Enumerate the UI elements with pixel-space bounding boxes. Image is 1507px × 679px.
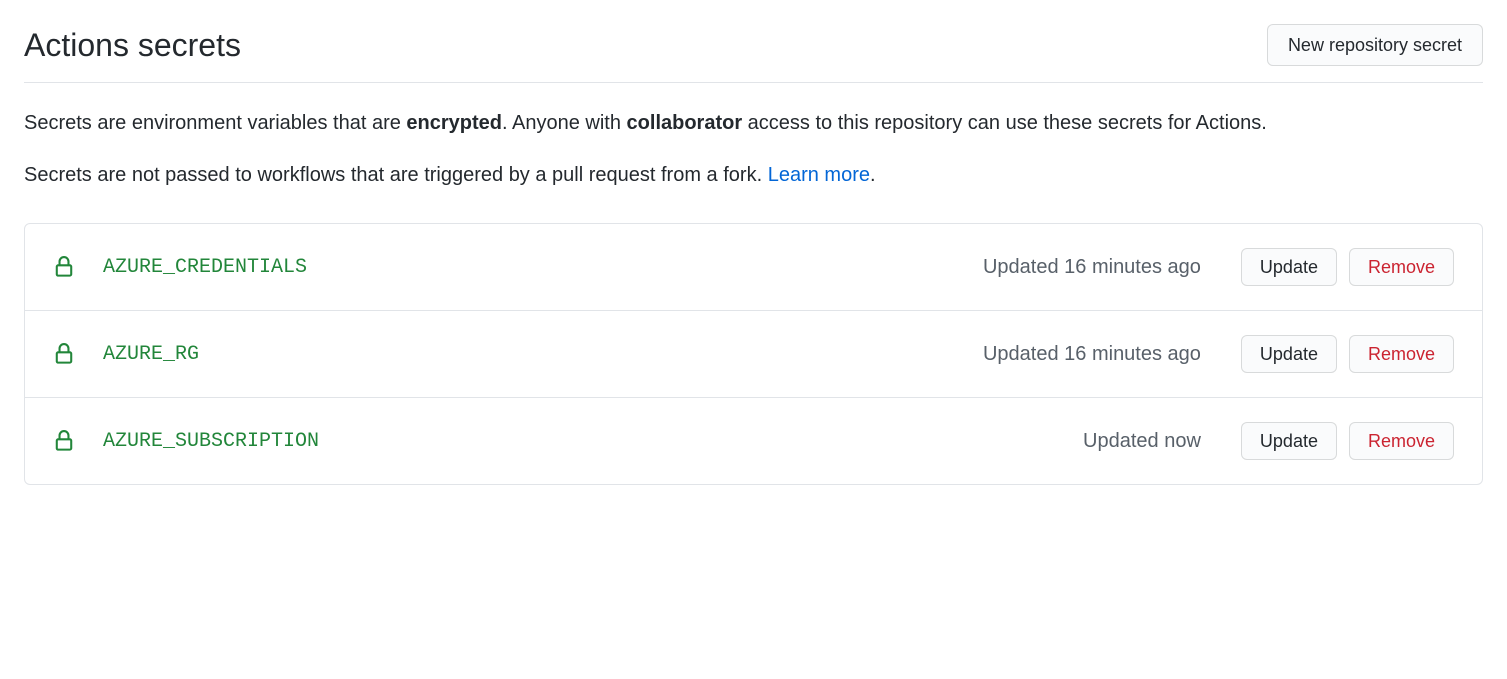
secret-name: AZURE_RG bbox=[103, 343, 983, 366]
desc-bold-encrypted: encrypted bbox=[406, 112, 502, 134]
remove-button[interactable]: Remove bbox=[1349, 248, 1454, 286]
secrets-list: AZURE_CREDENTIALS Updated 16 minutes ago… bbox=[24, 223, 1483, 485]
remove-button[interactable]: Remove bbox=[1349, 422, 1454, 460]
desc-text: Secrets are environment variables that a… bbox=[24, 112, 406, 134]
update-button[interactable]: Update bbox=[1241, 422, 1337, 460]
lock-icon bbox=[53, 428, 75, 454]
secret-row: AZURE_CREDENTIALS Updated 16 minutes ago… bbox=[25, 224, 1482, 311]
learn-more-link[interactable]: Learn more bbox=[768, 164, 870, 186]
desc-text: . bbox=[870, 164, 876, 186]
desc-text: Secrets are not passed to workflows that… bbox=[24, 164, 768, 186]
secret-updated-timestamp: Updated now bbox=[1083, 430, 1201, 453]
secret-updated-timestamp: Updated 16 minutes ago bbox=[983, 256, 1201, 279]
action-buttons: Update Remove bbox=[1241, 422, 1454, 460]
new-repository-secret-button[interactable]: New repository secret bbox=[1267, 24, 1483, 66]
remove-button[interactable]: Remove bbox=[1349, 335, 1454, 373]
secret-row: AZURE_RG Updated 16 minutes ago Update R… bbox=[25, 311, 1482, 398]
secret-updated-timestamp: Updated 16 minutes ago bbox=[983, 343, 1201, 366]
page-title: Actions secrets bbox=[24, 27, 241, 64]
secret-row: AZURE_SUBSCRIPTION Updated now Update Re… bbox=[25, 398, 1482, 484]
desc-text: . Anyone with bbox=[502, 112, 627, 134]
secret-name: AZURE_SUBSCRIPTION bbox=[103, 430, 1083, 453]
desc-text: access to this repository can use these … bbox=[742, 112, 1267, 134]
secret-name: AZURE_CREDENTIALS bbox=[103, 256, 983, 279]
update-button[interactable]: Update bbox=[1241, 335, 1337, 373]
action-buttons: Update Remove bbox=[1241, 248, 1454, 286]
lock-icon bbox=[53, 254, 75, 280]
description-paragraph-2: Secrets are not passed to workflows that… bbox=[24, 159, 1483, 191]
update-button[interactable]: Update bbox=[1241, 248, 1337, 286]
description-paragraph-1: Secrets are environment variables that a… bbox=[24, 107, 1483, 139]
page-header: Actions secrets New repository secret bbox=[24, 24, 1483, 83]
lock-icon bbox=[53, 341, 75, 367]
action-buttons: Update Remove bbox=[1241, 335, 1454, 373]
desc-bold-collaborator: collaborator bbox=[627, 112, 743, 134]
